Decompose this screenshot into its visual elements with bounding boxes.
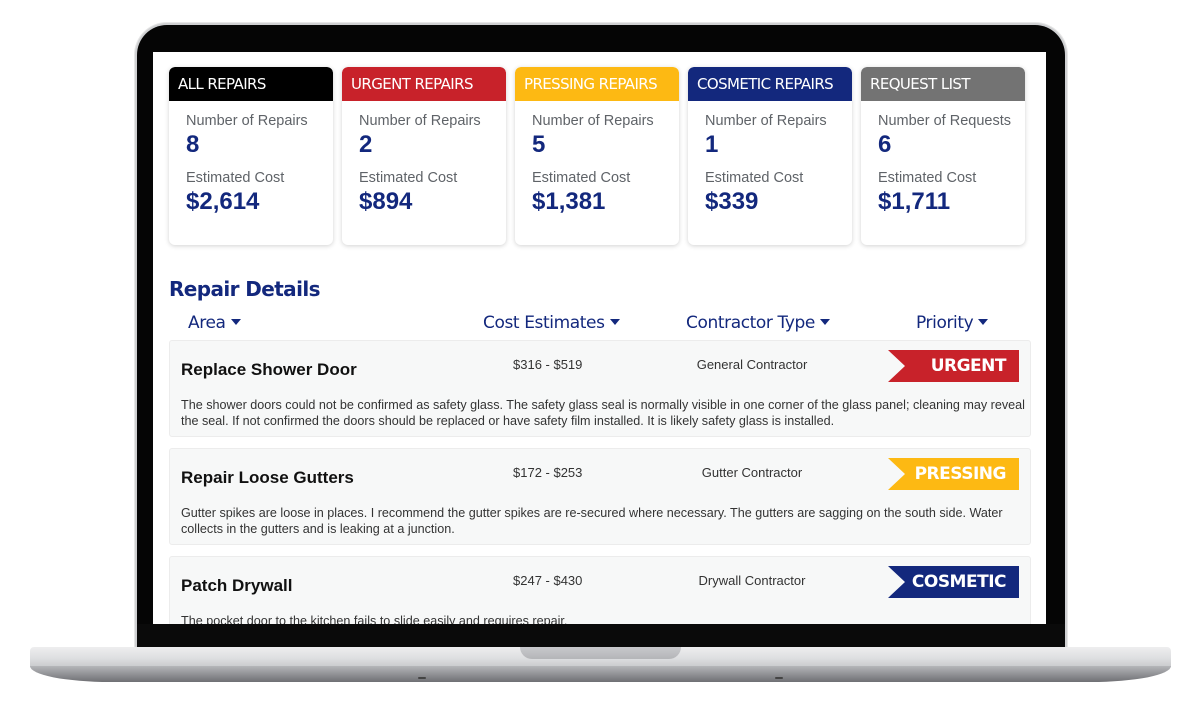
cost-value: $1,711 (878, 188, 951, 215)
laptop-foot (775, 677, 783, 679)
cost-value: $894 (359, 188, 413, 215)
card-header: URGENT REPAIRS (342, 67, 506, 101)
repair-contractor: General Contractor (696, 357, 808, 372)
repair-area: Replace Shower Door (181, 360, 357, 379)
repair-contractor: Gutter Contractor (701, 465, 803, 480)
summary-cards: ALL REPAIRS Number of Repairs 8 Estimate… (169, 67, 1025, 245)
column-header-label: Priority (916, 313, 974, 333)
card-all-repairs[interactable]: ALL REPAIRS Number of Repairs 8 Estimate… (169, 67, 333, 245)
column-header-label: Area (188, 313, 226, 333)
column-header-priority[interactable]: Priority (916, 313, 989, 333)
card-header: PRESSING REPAIRS (515, 67, 679, 101)
card-header: COSMETIC REPAIRS (688, 67, 852, 101)
repair-contractor: Drywall Contractor (698, 573, 806, 588)
repair-row[interactable]: Replace Shower Door $316 - $519 General … (169, 340, 1031, 437)
caret-down-icon (230, 319, 241, 325)
count-value: 1 (705, 131, 719, 158)
repair-cost: $247 - $430 (513, 573, 583, 588)
column-header-label: Contractor Type (686, 313, 815, 333)
laptop-base-edge (30, 666, 1171, 682)
count-label: Number of Repairs (186, 113, 308, 129)
laptop-foot (418, 677, 426, 679)
card-header: REQUEST LIST (861, 67, 1025, 101)
cost-label: Estimated Cost (186, 170, 285, 186)
column-header-cost-estimates[interactable]: Cost Estimates (483, 313, 620, 333)
laptop-opening-notch (520, 647, 681, 659)
priority-badge-urgent: URGENT (888, 350, 1019, 382)
count-label: Number of Repairs (532, 113, 654, 129)
cost-value: $1,381 (532, 188, 606, 215)
cost-label: Estimated Cost (878, 170, 977, 186)
count-value: 5 (532, 131, 546, 158)
repair-area: Repair Loose Gutters (181, 468, 354, 487)
count-label: Number of Repairs (359, 113, 481, 129)
cost-label: Estimated Cost (359, 170, 458, 186)
cost-value: $339 (705, 188, 759, 215)
caret-down-icon (819, 319, 830, 325)
count-label: Number of Requests (878, 113, 1011, 129)
card-pressing-repairs[interactable]: PRESSING REPAIRS Number of Repairs 5 Est… (515, 67, 679, 245)
caret-down-icon (978, 319, 989, 325)
repair-description: Gutter spikes are loose in places. I rec… (181, 506, 1003, 536)
repair-description: The pocket door to the kitchen fails to … (181, 614, 568, 624)
repair-row[interactable]: Repair Loose Gutters $172 - $253 Gutter … (169, 448, 1031, 545)
card-urgent-repairs[interactable]: URGENT REPAIRS Number of Repairs 2 Estim… (342, 67, 506, 245)
repair-row[interactable]: Patch Drywall $247 - $430 Drywall Contra… (169, 556, 1031, 624)
count-value: 2 (359, 131, 373, 158)
cost-value: $2,614 (186, 188, 260, 215)
card-header: ALL REPAIRS (169, 67, 333, 101)
section-title: Repair Details (169, 277, 321, 301)
repair-area: Patch Drywall (181, 576, 293, 595)
column-header-contractor-type[interactable]: Contractor Type (686, 313, 830, 333)
cost-label: Estimated Cost (705, 170, 804, 186)
card-request-list[interactable]: REQUEST LIST Number of Requests 6 Estima… (861, 67, 1025, 245)
count-label: Number of Repairs (705, 113, 827, 129)
screen-bezel (137, 624, 1065, 647)
cost-label: Estimated Cost (532, 170, 631, 186)
column-header-label: Cost Estimates (483, 313, 605, 333)
count-value: 6 (878, 131, 892, 158)
repair-cost: $172 - $253 (513, 465, 583, 480)
column-header-area[interactable]: Area (188, 313, 241, 333)
repair-description: The shower doors could not be confirmed … (181, 398, 1025, 428)
card-cosmetic-repairs[interactable]: COSMETIC REPAIRS Number of Repairs 1 Est… (688, 67, 852, 245)
repair-cost: $316 - $519 (513, 357, 583, 372)
laptop-screen: ALL REPAIRS Number of Repairs 8 Estimate… (153, 52, 1046, 624)
priority-badge-cosmetic: COSMETIC (888, 566, 1019, 598)
count-value: 8 (186, 131, 200, 158)
priority-badge-pressing: PRESSING (888, 458, 1019, 490)
caret-down-icon (609, 319, 620, 325)
